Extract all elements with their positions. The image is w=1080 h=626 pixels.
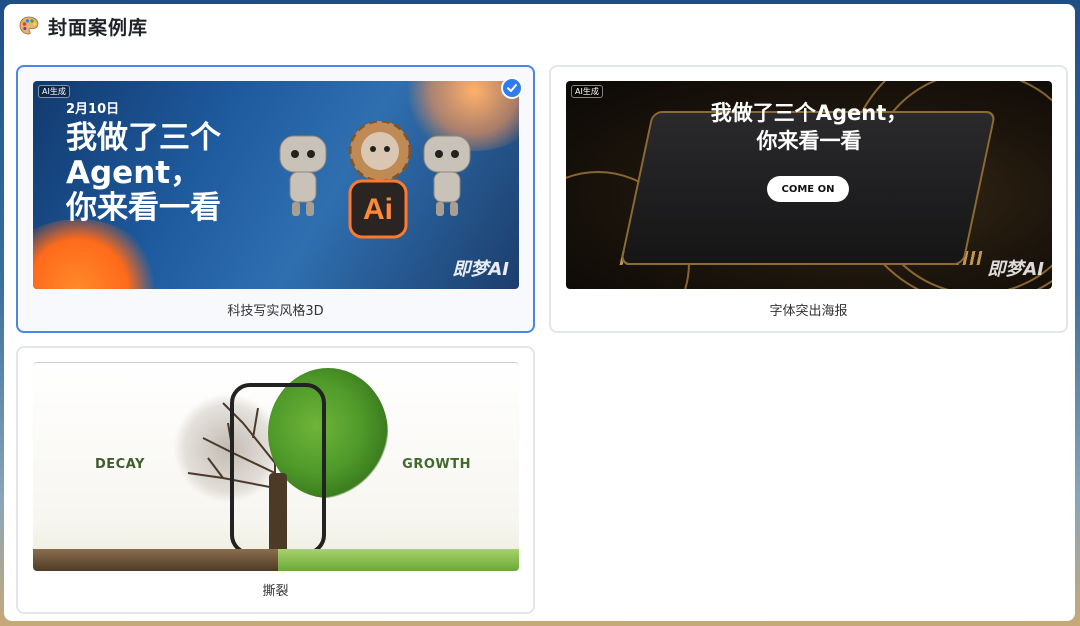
headline-line: 我做了三个: [66, 120, 221, 156]
svg-text:Ai: Ai: [363, 193, 393, 226]
ai-generated-tag: AI生成: [38, 85, 70, 98]
page-title: 封面案例库: [48, 16, 149, 39]
card-caption: 字体突出海报: [769, 304, 848, 319]
thumb-headline: 我做了三个Agent， 你来看一看: [566, 99, 1052, 155]
phone-frame: [230, 383, 326, 555]
cover-card-tech-3d[interactable]: AI生成 2月10日 我做了三个 Agent， 你来看一看 Ai 即梦AI 科技…: [16, 65, 535, 333]
orange-glow: [33, 219, 163, 289]
dry-ground: [33, 549, 278, 571]
header: 封面案例库: [18, 12, 148, 40]
brand-logo: 即梦AI: [452, 259, 509, 280]
headline-line: 你来看一看: [66, 190, 221, 226]
ai-generated-tag: AI生成: [571, 85, 603, 98]
robots-illustration: Ai: [279, 121, 471, 239]
cover-card-tear[interactable]: DECAY GROWTH 撕裂: [16, 346, 535, 614]
headline-line: 我做了三个Agent，: [710, 101, 908, 125]
cover-thumbnail: AI生成 2月10日 我做了三个 Agent， 你来看一看 Ai 即梦AI: [33, 81, 519, 289]
decay-label: DECAY: [95, 457, 145, 472]
come-on-button: COME ON: [767, 176, 849, 202]
growth-label: GROWTH: [402, 457, 471, 472]
cover-library-panel: 封面案例库 AI生成 2月10日 我做了三个 Agent， 你来看一看 Ai 即…: [4, 4, 1075, 621]
grass-ground: [278, 549, 519, 571]
palette-icon: [18, 15, 40, 37]
headline-line: 你来看一看: [756, 129, 862, 153]
cover-thumbnail: AI生成 我做了三个Agent， 你来看一看 COME ON 即梦AI: [566, 81, 1052, 289]
card-caption: 科技写实风格3D: [227, 304, 324, 319]
brand-logo: 即梦AI: [987, 259, 1044, 280]
cover-card-font-poster[interactable]: AI生成 我做了三个Agent， 你来看一看 COME ON 即梦AI 字体突出…: [549, 65, 1068, 333]
thumb-headline: 我做了三个 Agent， 你来看一看: [66, 121, 221, 226]
cover-thumbnail: DECAY GROWTH: [33, 362, 519, 571]
card-caption: 撕裂: [262, 584, 289, 599]
selected-check-icon: [501, 77, 523, 99]
thumb-date: 2月10日: [66, 102, 120, 117]
headline-line: Agent，: [66, 155, 202, 191]
